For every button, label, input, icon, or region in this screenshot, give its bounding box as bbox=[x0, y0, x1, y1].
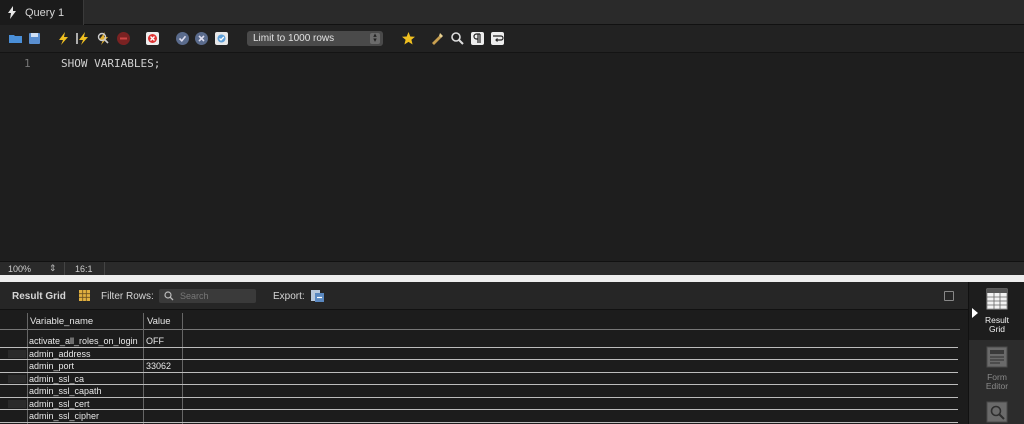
zoom-stepper-icon[interactable]: ⇕ bbox=[49, 263, 57, 274]
stop-icon[interactable] bbox=[116, 31, 131, 46]
result-panel: Result Grid Filter Rows: Export: Variabl… bbox=[0, 282, 968, 424]
form-editor-button[interactable]: Form Editor bbox=[969, 340, 1024, 396]
line-number: 1 bbox=[24, 57, 31, 70]
result-grid-button[interactable]: Result Grid bbox=[969, 282, 1024, 340]
table-row[interactable]: admin_ssl_ca bbox=[0, 373, 958, 385]
cell-variable-name[interactable]: admin_ssl_cert bbox=[29, 399, 90, 409]
tab-bar: Query 1 bbox=[0, 0, 1024, 25]
form-editor-icon bbox=[986, 346, 1008, 368]
result-grid-label-line2: Grid bbox=[988, 324, 1006, 334]
invisible-chars-icon[interactable] bbox=[470, 31, 485, 46]
favorite-snippet-icon[interactable] bbox=[401, 31, 416, 46]
result-grid[interactable]: Variable_name Value activate_all_roles_o… bbox=[0, 310, 968, 424]
beautify-icon[interactable] bbox=[430, 31, 445, 46]
editor-status-bar: 100% ⇕ 16:1 bbox=[0, 261, 1024, 276]
tab-query-1[interactable]: Query 1 bbox=[0, 0, 84, 25]
row-marker bbox=[8, 399, 26, 408]
sql-editor[interactable]: 1 SHOW VARIABLES; bbox=[0, 53, 1024, 261]
execute-current-icon[interactable] bbox=[76, 31, 91, 46]
query-toolbar: Limit to 1000 rows ▴ ▾ bbox=[0, 25, 1024, 53]
result-grid-icon bbox=[986, 288, 1008, 310]
line-number-gutter: 1 bbox=[0, 53, 45, 261]
divider bbox=[104, 262, 105, 276]
result-side-panel: Result Grid Form Editor bbox=[968, 282, 1024, 424]
result-toolbar: Result Grid Filter Rows: Export: bbox=[0, 282, 968, 310]
limit-rows-select[interactable]: Limit to 1000 rows ▴ ▾ bbox=[247, 31, 383, 46]
zoom-level[interactable]: 100% bbox=[8, 264, 31, 274]
tab-label: Query 1 bbox=[25, 7, 65, 19]
save-icon[interactable] bbox=[27, 31, 42, 46]
table-row[interactable]: admin_ssl_cert bbox=[0, 398, 958, 410]
table-row[interactable]: admin_address bbox=[0, 348, 958, 360]
code-line[interactable]: SHOW VARIABLES; bbox=[61, 57, 160, 70]
form-editor-label-line2: Editor bbox=[985, 381, 1009, 391]
execute-icon[interactable] bbox=[56, 31, 71, 46]
row-marker bbox=[8, 349, 26, 358]
grid-icon[interactable] bbox=[79, 290, 90, 301]
cell-variable-name[interactable]: admin_ssl_ca bbox=[29, 374, 84, 384]
search-box bbox=[159, 289, 256, 303]
field-inspector-icon bbox=[986, 401, 1008, 423]
toggle-error-icon[interactable] bbox=[145, 31, 160, 46]
cell-value[interactable]: 33062 bbox=[146, 361, 171, 371]
limit-rows-value: Limit to 1000 rows bbox=[253, 33, 335, 44]
grid-header: Variable_name Value bbox=[0, 313, 960, 330]
cell-variable-name[interactable]: admin_address bbox=[29, 349, 91, 359]
explain-icon[interactable] bbox=[96, 31, 111, 46]
cell-variable-name[interactable]: admin_ssl_cipher bbox=[29, 411, 99, 421]
find-icon[interactable] bbox=[450, 31, 465, 46]
cell-variable-name[interactable]: admin_port bbox=[29, 361, 74, 371]
export-icon[interactable] bbox=[310, 289, 325, 303]
cell-variable-name[interactable]: activate_all_roles_on_login bbox=[29, 336, 138, 346]
search-icon bbox=[164, 291, 174, 301]
rollback-icon[interactable] bbox=[194, 31, 209, 46]
workbench-window: Query 1 Limit to 1000 rows ▴ ▾ 1 SHOW VAR… bbox=[0, 0, 1024, 424]
autocommit-icon[interactable] bbox=[214, 31, 229, 46]
panel-splitter[interactable] bbox=[0, 275, 1024, 282]
table-row[interactable]: admin_ssl_cipher bbox=[0, 410, 958, 423]
wrap-lines-icon[interactable] bbox=[490, 31, 505, 46]
field-types-button[interactable] bbox=[969, 396, 1024, 424]
search-input[interactable] bbox=[180, 290, 252, 302]
table-row[interactable]: admin_ssl_capath bbox=[0, 385, 958, 398]
export-label: Export: bbox=[273, 291, 305, 302]
row-marker bbox=[8, 374, 26, 383]
lightning-icon bbox=[8, 6, 16, 19]
divider bbox=[64, 262, 65, 276]
wrap-cell-content-icon[interactable] bbox=[944, 291, 954, 301]
table-row[interactable]: activate_all_roles_on_login OFF bbox=[0, 335, 958, 348]
commit-icon[interactable] bbox=[175, 31, 190, 46]
table-row[interactable]: admin_port 33062 bbox=[0, 360, 958, 373]
filter-rows-label: Filter Rows: bbox=[101, 291, 154, 302]
column-header-variable-name[interactable]: Variable_name bbox=[30, 316, 93, 327]
open-folder-icon[interactable] bbox=[8, 31, 23, 46]
cell-value[interactable]: OFF bbox=[146, 336, 164, 346]
select-arrows-icon: ▴ ▾ bbox=[370, 32, 380, 44]
cell-variable-name[interactable]: admin_ssl_capath bbox=[29, 386, 102, 396]
cursor-position: 16:1 bbox=[75, 264, 93, 274]
result-grid-label: Result Grid bbox=[12, 291, 66, 302]
column-header-value[interactable]: Value bbox=[147, 316, 171, 327]
